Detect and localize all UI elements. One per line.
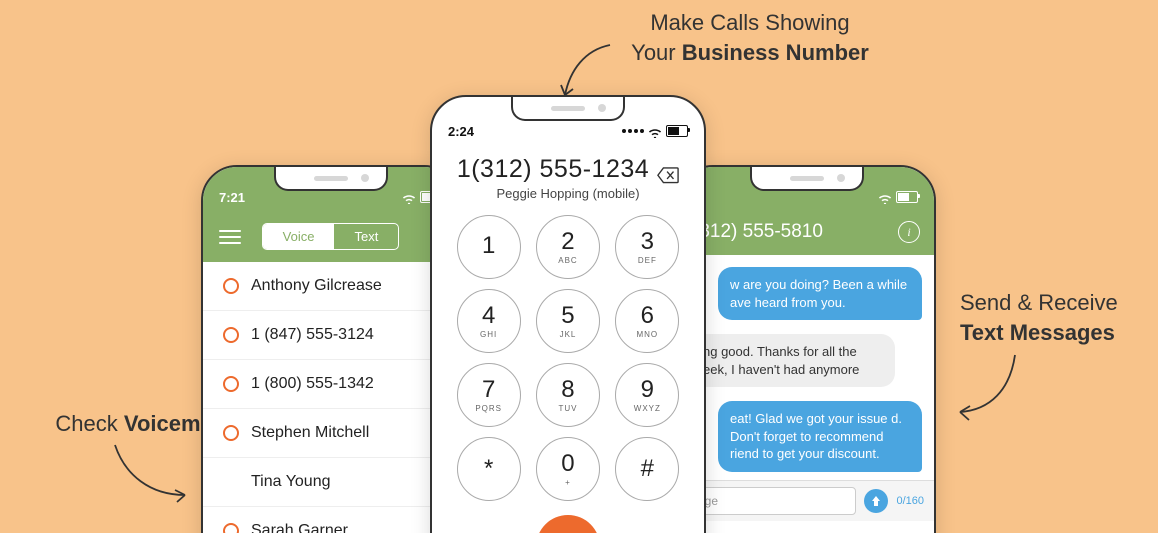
unread-indicator-icon (223, 376, 239, 392)
arrow-right (950, 350, 1030, 430)
list-item[interactable]: Stephen Mitchell (203, 409, 458, 458)
list-item[interactable]: Tina Young (203, 458, 458, 507)
backspace-icon[interactable] (657, 162, 679, 178)
wifi-icon (402, 192, 416, 202)
list-item[interactable]: 1 (800) 555-1342 (203, 360, 458, 409)
key-1[interactable]: 1 (457, 215, 521, 279)
list-item[interactable]: Sarah Garner (203, 507, 458, 533)
key-6[interactable]: 6MNO (615, 289, 679, 353)
menu-icon[interactable] (219, 230, 241, 244)
message-out: eat! Glad we got your issue d. Don't for… (718, 401, 922, 472)
unread-indicator-icon (223, 425, 239, 441)
list-item[interactable]: Anthony Gilcrease (203, 262, 458, 311)
battery-icon (896, 191, 918, 203)
signal-icon (622, 129, 644, 133)
compose-bar: age 0/160 (679, 480, 934, 521)
annotation-text: Send & Receive Text Messages (960, 288, 1145, 347)
unread-indicator-icon (223, 327, 239, 343)
call-button[interactable] (536, 515, 600, 533)
key-0[interactable]: 0+ (536, 437, 600, 501)
annotation-calls: Make Calls Showing Your Business Number (600, 8, 900, 67)
status-time: 7:21 (219, 190, 245, 205)
send-button[interactable] (864, 489, 888, 513)
dialed-number: 1(312) 555-1234 (457, 155, 649, 184)
voicemail-tabs: Voice Text (262, 223, 400, 250)
annotation-voicemail: Check Voicemail (35, 409, 225, 439)
key-8[interactable]: 8TUV (536, 363, 600, 427)
phone-voicemail: 7:21 Voice Text Anthony Gilcrease 1 (847… (201, 165, 460, 533)
wifi-icon (878, 192, 892, 202)
battery-icon (666, 125, 688, 137)
list-item[interactable]: 1 (847) 555-3124 (203, 311, 458, 360)
unread-indicator-icon (223, 278, 239, 294)
notch (274, 167, 388, 191)
key-4[interactable]: 4GHI (457, 289, 521, 353)
key-2[interactable]: 2ABC (536, 215, 600, 279)
message-in: ng good. Thanks for all the eek, I haven… (691, 334, 895, 387)
tab-text[interactable]: Text (334, 224, 398, 249)
message-input[interactable]: age (689, 487, 856, 515)
key-3[interactable]: 3DEF (615, 215, 679, 279)
key-pound[interactable]: # (615, 437, 679, 501)
contact-name: Peggie Hopping (mobile) (432, 186, 704, 201)
voicemail-list: Anthony Gilcrease 1 (847) 555-3124 1 (80… (203, 262, 458, 533)
conversation-number: (312) 555-5810 (693, 221, 823, 243)
info-icon[interactable]: i (898, 221, 920, 243)
arrow-left (110, 440, 200, 510)
message-out: w are you doing? Been a while ave heard … (718, 267, 922, 320)
wifi-icon (648, 126, 662, 136)
key-star[interactable]: * (457, 437, 521, 501)
stage: Make Calls Showing Your Business Number … (0, 0, 1158, 533)
key-5[interactable]: 5JKL (536, 289, 600, 353)
message-thread[interactable]: w are you doing? Been a while ave heard … (679, 255, 934, 480)
tab-voice[interactable]: Voice (263, 224, 335, 249)
char-counter: 0/160 (896, 495, 924, 507)
phone-dialer: 2:24 1(312) 555-1234 Peggie Hopping (mob… (430, 95, 706, 533)
keypad: 1 2ABC 3DEF 4GHI 5JKL 6MNO 7PQRS 8TUV 9W… (432, 215, 704, 501)
notch (750, 167, 864, 191)
key-9[interactable]: 9WXYZ (615, 363, 679, 427)
phone-texts: (312) 555-5810 i w are you doing? Been a… (677, 165, 936, 533)
status-right (878, 191, 918, 203)
dialed-number-row: 1(312) 555-1234 (432, 151, 704, 184)
status-right (622, 125, 688, 137)
notch (511, 97, 625, 121)
unread-indicator-icon (223, 523, 239, 533)
status-time: 2:24 (448, 124, 474, 139)
key-7[interactable]: 7PQRS (457, 363, 521, 427)
